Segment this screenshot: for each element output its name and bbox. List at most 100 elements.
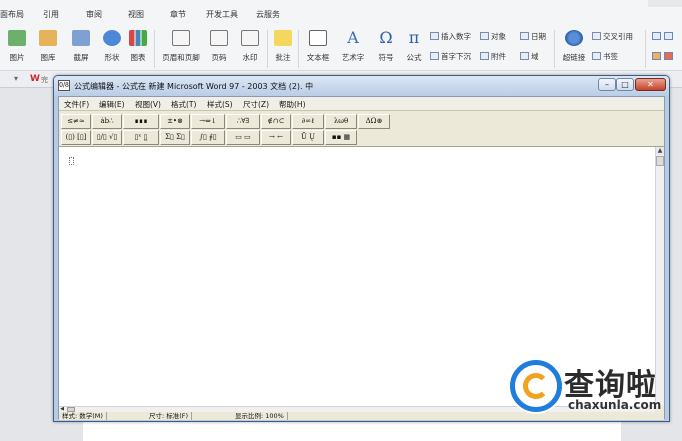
drop-cap-button[interactable]: 首字下沉 — [430, 51, 471, 62]
document-tab[interactable]: 完 — [41, 75, 48, 85]
symbol-button[interactable]: Ω 符号 — [372, 28, 400, 68]
wps-writer-logo: W — [30, 74, 40, 84]
tab-cloud[interactable]: 云服务 — [256, 9, 280, 20]
watermark-logo-icon — [510, 360, 562, 412]
greek-lower-palette-button[interactable]: λωθ — [325, 114, 357, 129]
omega-icon: Ω — [379, 28, 393, 47]
field-button[interactable]: 域 — [520, 51, 539, 62]
comment-button[interactable]: 批注 — [270, 28, 296, 68]
watermark-label: 水印 — [242, 53, 258, 62]
tab-view[interactable]: 视图 — [128, 9, 144, 20]
formula-label: 公式 — [406, 53, 422, 62]
site-watermark: 查询啦 chaxunla.com — [506, 356, 676, 420]
watermark-url: chaxunla.com — [568, 398, 662, 412]
logic-palette-button[interactable]: ∴∀∃ — [226, 114, 260, 129]
bar-templates-button[interactable]: ▭ ▭ — [226, 130, 260, 145]
comment-icon — [274, 30, 292, 46]
attachment-icon — [480, 52, 489, 60]
product-templates-button[interactable]: Ū Ų — [292, 130, 324, 145]
equation-slot[interactable] — [69, 157, 74, 165]
picture-label: 图片 — [9, 53, 25, 62]
greek-upper-palette-button[interactable]: ΔΩ⊛ — [358, 114, 390, 129]
script-templates-button[interactable]: ▯ˣ ▯̲ — [123, 130, 159, 145]
picture-button[interactable]: 图片 — [2, 28, 32, 68]
title-bar[interactable]: 0/8 公式编辑器 - 公式在 新建 Microsoft Word 97 - 2… — [54, 76, 669, 96]
wordart-button[interactable]: A 艺术字 — [338, 28, 368, 68]
gallery-button[interactable]: 图库 — [33, 28, 63, 68]
scroll-up-icon[interactable]: ▲ — [656, 147, 664, 155]
bookmark-label: 书签 — [603, 52, 618, 61]
page-number-icon — [210, 30, 228, 46]
object-icon — [480, 32, 489, 40]
misc-symbols-palette-button[interactable]: ∂∞ℓ — [292, 114, 324, 129]
close-button[interactable]: ✕ — [635, 78, 666, 91]
watermark-button[interactable]: 水印 — [235, 28, 265, 68]
menu-file[interactable]: 文件(F) — [64, 99, 89, 110]
window-title: 公式编辑器 - 公式在 新建 Microsoft Word 97 - 2003 … — [74, 82, 314, 91]
calendar-icon — [520, 32, 529, 40]
wordart-label: 艺术字 — [341, 53, 365, 62]
menu-size[interactable]: 尺寸(Z) — [243, 99, 269, 110]
attachment-button[interactable]: 附件 — [480, 51, 506, 62]
spaces-palette-button[interactable]: ȧb∴ — [92, 114, 122, 129]
wordart-icon: A — [347, 28, 359, 47]
ribbon-divider — [298, 30, 299, 68]
tool-icon[interactable] — [664, 52, 673, 60]
dropdown-arrow-icon[interactable]: ▾ — [14, 74, 18, 83]
menu-style[interactable]: 样式(S) — [207, 99, 233, 110]
tab-chapter[interactable]: 章节 — [170, 9, 186, 20]
tool-icon[interactable] — [664, 32, 673, 40]
tab-references[interactable]: 引用 — [43, 9, 59, 20]
object-label: 对象 — [491, 32, 506, 41]
tab-review[interactable]: 审阅 — [86, 9, 102, 20]
summation-templates-button[interactable]: Σ▯ Σ▯ — [160, 130, 190, 145]
watermark-icon — [241, 30, 259, 46]
cross-reference-icon — [592, 32, 601, 40]
maximize-button[interactable]: □ — [616, 78, 634, 91]
integral-templates-button[interactable]: ∫▯ ∮▯ — [191, 130, 225, 145]
formula-button[interactable]: π 公式 — [400, 28, 428, 68]
globe-icon — [565, 30, 583, 46]
page-number-button[interactable]: 页码 — [204, 28, 234, 68]
fence-templates-button[interactable]: (▯) [▯] — [61, 130, 91, 145]
hyperlink-button[interactable]: 超链接 — [558, 28, 590, 68]
date-label: 日期 — [531, 32, 546, 41]
chart-button[interactable]: 图表 — [127, 28, 149, 68]
cross-reference-button[interactable]: 交叉引用 — [592, 31, 633, 42]
cross-reference-label: 交叉引用 — [603, 32, 633, 41]
bookmark-button[interactable]: 书签 — [592, 51, 618, 62]
ribbon-corner — [648, 0, 682, 7]
labeled-arrow-templates-button[interactable]: → ← — [261, 130, 291, 145]
textbox-button[interactable]: 文本框 — [301, 28, 335, 68]
page-number-label: 页码 — [211, 53, 227, 62]
screenshot-button[interactable]: 截屏 — [66, 28, 96, 68]
header-footer-button[interactable]: 页眉和页脚 — [158, 28, 204, 68]
scroll-thumb[interactable] — [656, 156, 664, 166]
pi-icon: π — [408, 28, 420, 47]
menu-format[interactable]: 格式(T) — [171, 99, 196, 110]
tab-page-layout[interactable]: 面布局 — [0, 9, 24, 20]
embellishments-palette-button[interactable]: ∎∎∎ — [123, 114, 159, 129]
chart-icon — [129, 30, 147, 46]
ribbon-divider — [267, 30, 268, 68]
relations-palette-button[interactable]: ≤≠≈ — [61, 114, 91, 129]
status-size: 尺寸: 标准(F) — [149, 412, 193, 420]
menu-help[interactable]: 帮助(H) — [279, 99, 306, 110]
insert-number-button[interactable]: 插入数字 — [430, 31, 471, 42]
tab-developer[interactable]: 开发工具 — [206, 9, 238, 20]
tool-icon[interactable] — [652, 52, 661, 60]
tool-icon[interactable] — [652, 32, 661, 40]
shape-button[interactable]: 形状 — [97, 28, 127, 68]
operators-palette-button[interactable]: ±•⊗ — [160, 114, 190, 129]
drop-cap-label: 首字下沉 — [441, 52, 471, 61]
ribbon-divider — [645, 30, 646, 68]
arrows-palette-button[interactable]: →⇔↓ — [191, 114, 225, 129]
menu-edit[interactable]: 编辑(E) — [99, 99, 125, 110]
matrix-templates-button[interactable]: ▪▪ ▦ — [325, 130, 357, 145]
date-button[interactable]: 日期 — [520, 31, 546, 42]
minimize-button[interactable]: – — [598, 78, 616, 91]
fraction-radical-templates-button[interactable]: ▯/▯ √▯ — [92, 130, 122, 145]
set-theory-palette-button[interactable]: ∉∩⊂ — [261, 114, 291, 129]
menu-view[interactable]: 视图(V) — [135, 99, 161, 110]
object-button[interactable]: 对象 — [480, 31, 506, 42]
